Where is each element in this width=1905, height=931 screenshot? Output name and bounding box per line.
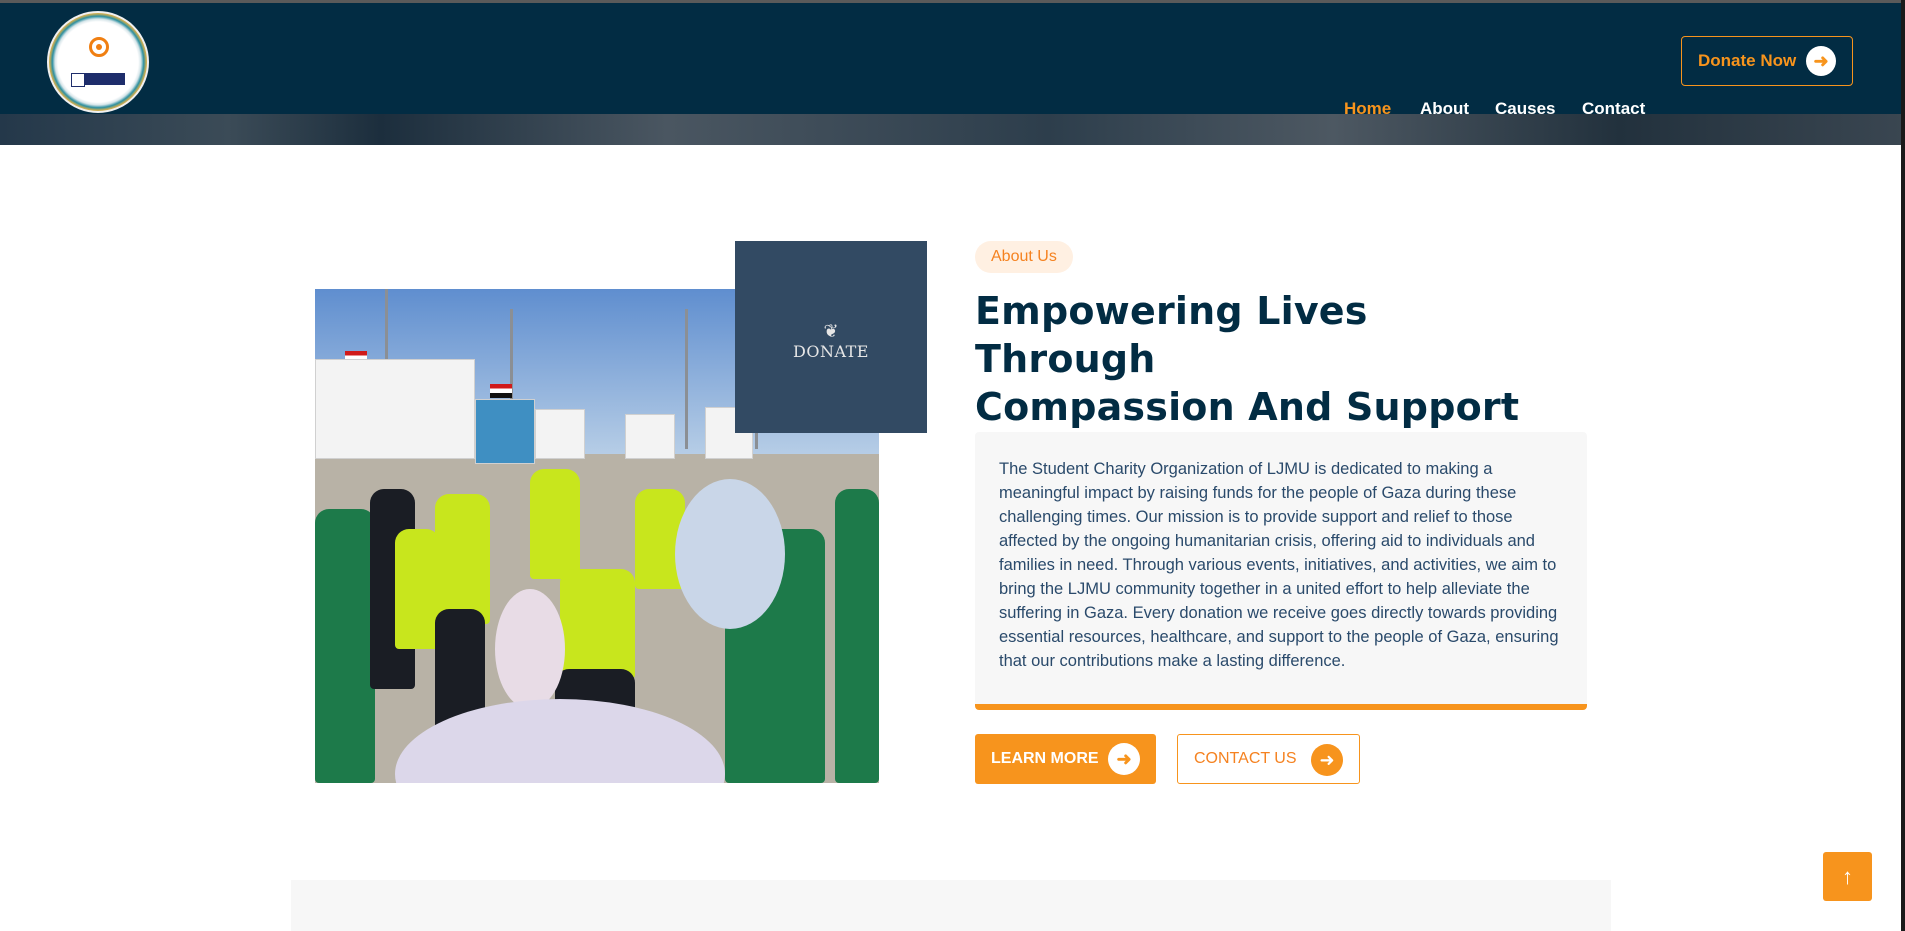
donate-card-text: DONATE [793,341,869,361]
window-edge [1901,0,1905,931]
about-us-badge: About Us [975,241,1073,273]
donate-now-label: Donate Now [1698,51,1797,70]
logo-wordmark [71,73,125,87]
hands-heart-icon: ❦ [823,320,839,341]
arrow-right-icon: ➜ [1108,743,1140,775]
arrow-up-icon: ↑ [1842,863,1853,889]
scroll-to-top-button[interactable]: ↑ [1823,852,1872,901]
arrow-right-icon: ➜ [1311,744,1343,776]
donate-now-button[interactable]: Donate Now ➜ [1681,36,1853,86]
about-title-line-2: Compassion And Support [975,385,1520,429]
learn-more-button[interactable]: LEARN MORE ➜ [975,734,1156,784]
contact-us-button[interactable]: CONTACT US ➜ [1177,734,1360,784]
site-header: Home About Causes Contact Donate Now ➜ [0,0,1905,118]
about-title: Empowering Lives Through Compassion And … [975,287,1535,431]
logo-sun-icon [89,37,109,57]
about-description: The Student Charity Organization of LJMU… [999,460,1559,670]
hero-image-strip [0,114,1905,145]
contact-us-label: CONTACT US [1194,750,1297,767]
learn-more-label: LEARN MORE [991,750,1099,767]
donate-logo-card: ❦ DONATE [735,241,927,433]
page: Home About Causes Contact Donate Now ➜ ❦… [0,0,1905,931]
next-section-band [291,880,1611,931]
arrow-right-icon: ➜ [1806,46,1836,76]
about-description-box: The Student Charity Organization of LJMU… [975,432,1587,710]
about-title-line-1: Empowering Lives Through [975,289,1368,381]
site-logo[interactable] [47,11,149,113]
